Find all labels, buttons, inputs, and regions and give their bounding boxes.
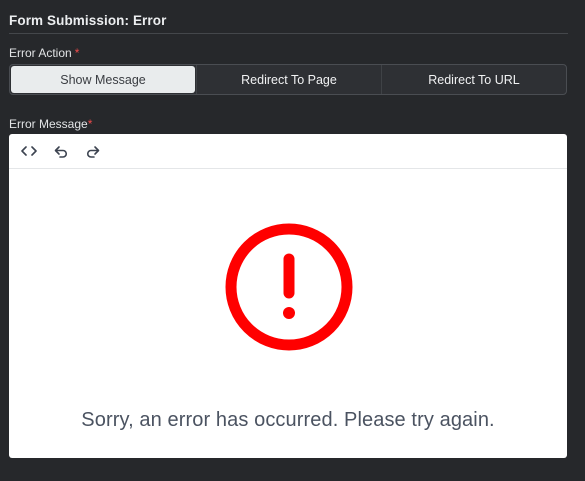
error-message-editor[interactable]: Sorry, an error has occurred. Please try… — [9, 134, 567, 458]
option-redirect-to-url[interactable]: Redirect To URL — [381, 65, 566, 94]
code-view-icon[interactable] — [17, 139, 41, 163]
required-mark: * — [74, 46, 80, 60]
editor-content[interactable]: Sorry, an error has occurred. Please try… — [9, 169, 567, 458]
editor-toolbar — [9, 134, 567, 169]
error-action-label: Error Action * — [9, 46, 79, 60]
error-message-label: Error Message* — [9, 117, 92, 131]
redo-icon[interactable] — [81, 139, 105, 163]
section-title: Form Submission: Error — [9, 13, 167, 28]
option-show-message[interactable]: Show Message — [11, 66, 195, 93]
exclamation-circle-icon — [223, 221, 355, 353]
section-divider — [9, 33, 568, 34]
error-message-text: Sorry, an error has occurred. Please try… — [81, 409, 495, 431]
required-mark: * — [87, 117, 93, 131]
error-action-segmented-control: Show Message Redirect To Page Redirect T… — [9, 64, 567, 95]
error-action-label-text: Error Action — [9, 46, 72, 60]
undo-icon[interactable] — [49, 139, 73, 163]
option-redirect-to-page[interactable]: Redirect To Page — [196, 65, 381, 94]
error-message-label-text: Error Message — [9, 117, 88, 131]
